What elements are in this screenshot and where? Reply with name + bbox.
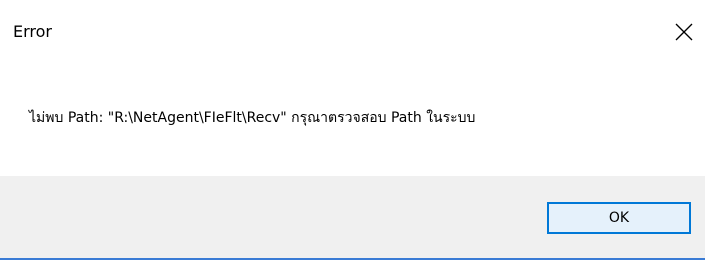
close-button[interactable] <box>663 12 705 52</box>
close-icon <box>675 23 693 41</box>
dialog-title: Error <box>13 22 52 41</box>
error-dialog: Error ไม่พบ Path: "R:\NetAgent\FIeFlt\Re… <box>0 0 705 264</box>
footer-accent-line <box>0 258 705 260</box>
title-bar: Error <box>0 0 705 64</box>
ok-button[interactable]: OK <box>547 202 691 234</box>
error-message: ไม่พบ Path: "R:\NetAgent\FIeFlt\Recv" กร… <box>29 110 476 126</box>
button-bar: OK <box>0 176 705 260</box>
dialog-content: ไม่พบ Path: "R:\NetAgent\FIeFlt\Recv" กร… <box>0 64 705 174</box>
